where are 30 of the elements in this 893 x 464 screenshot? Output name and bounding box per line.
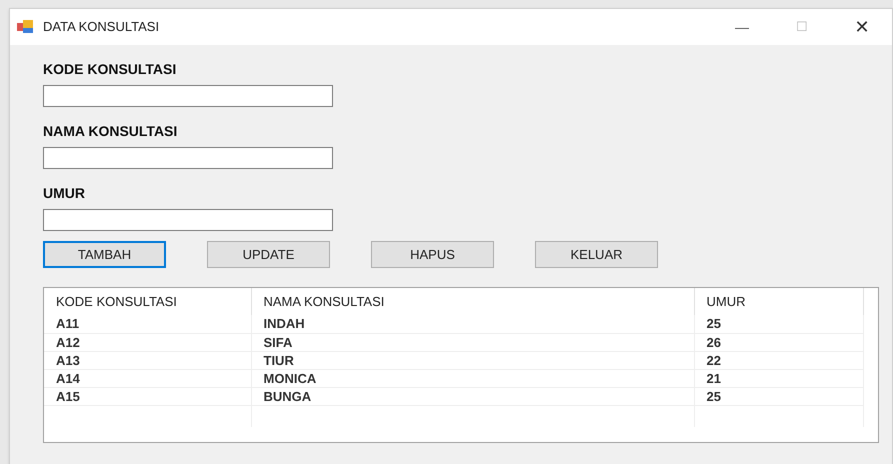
field-label: KODE KONSULTASI [43,60,178,79]
table-cell: A13 [44,351,251,369]
field-label: UMUR [43,184,86,203]
table-cell: 25 [694,387,863,405]
column-header[interactable]: UMUR [694,288,863,315]
input-field[interactable] [43,85,333,107]
table-cell: INDAH [251,315,694,333]
input-field[interactable] [43,209,333,231]
column-header[interactable]: NAMA KONSULTASI [251,288,694,315]
table-cell: A15 [44,387,251,405]
table-cell: SIFA [251,333,694,351]
action-button[interactable]: TAMBAH [43,241,166,268]
app-icon [17,20,33,34]
input-field[interactable] [43,147,333,169]
table-cell: BUNGA [251,387,694,405]
field-label: NAMA KONSULTASI [43,122,178,141]
table-cell: MONICA [251,369,694,387]
table-cell: A12 [44,333,251,351]
table-cell: A14 [44,369,251,387]
action-button[interactable]: HAPUS [371,241,494,268]
action-button[interactable]: KELUAR [535,241,658,268]
table-cell: A11 [44,315,251,333]
table-cell: 25 [694,315,863,333]
column-header[interactable]: KODE KONSULTASI [44,288,251,315]
table-cell: 21 [694,369,863,387]
action-button[interactable]: UPDATE [207,241,330,268]
window-title: DATA KONSULTASI [43,18,160,36]
table-cell: 22 [694,351,863,369]
table-cell: 26 [694,333,863,351]
table-cell: TIUR [251,351,694,369]
